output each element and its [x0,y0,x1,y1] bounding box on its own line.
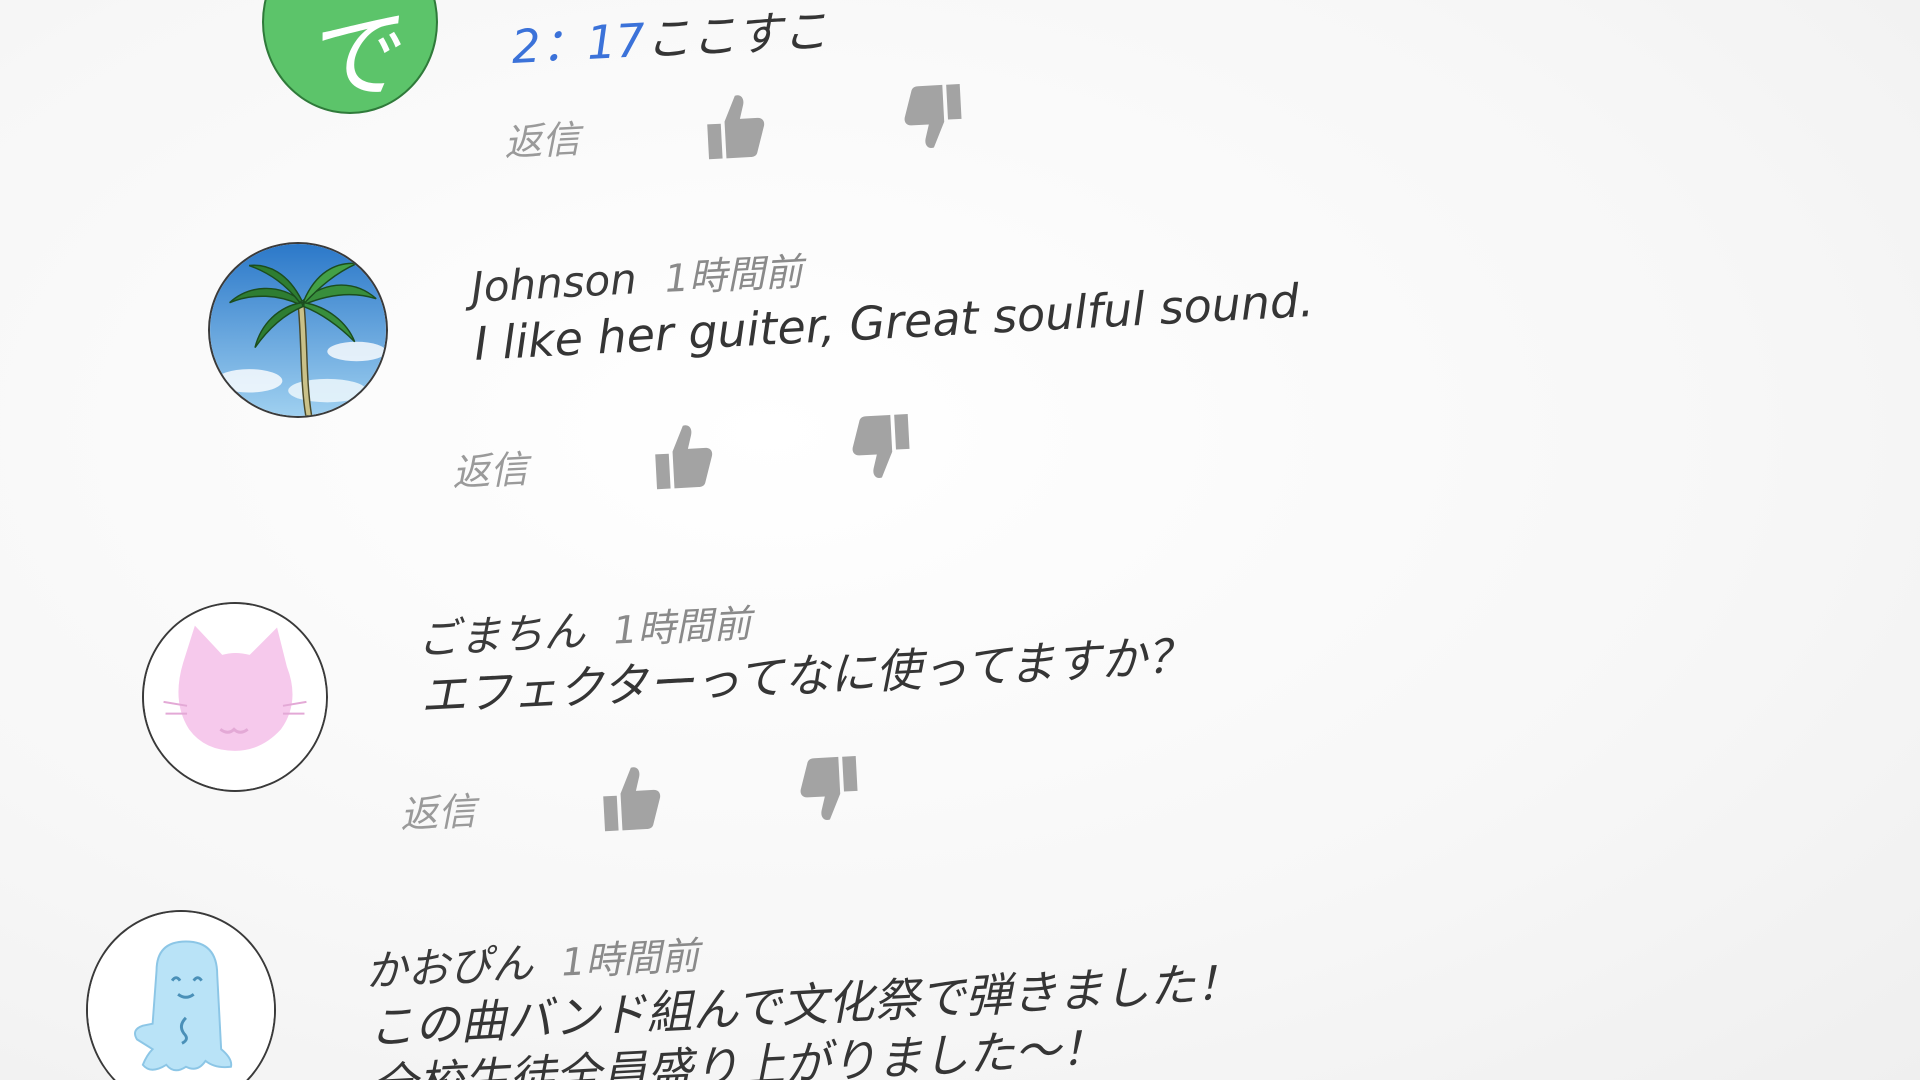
comment-author[interactable]: かおぴん [364,938,534,996]
reply-button[interactable]: 返信 [398,773,601,838]
comment-item: かおぴん 1時間前 この曲バンド組んで文化祭で弾きました！ 全校生徒全員盛り上がり… [0,0,1400,1080]
reply-button[interactable]: 返信 [450,431,653,496]
thumbs-down-icon[interactable] [797,752,863,825]
thumbs-up-icon[interactable] [598,762,664,835]
comment-section: で 2：17ここすこ 返信 Johnson 1時間前 I like her gu… [0,0,1920,1080]
user-avatar[interactable] [86,910,276,1080]
comment-actions: 返信 [398,745,1001,846]
comment-time: 1時間前 [560,933,701,985]
comment-text: ごまちん 1時間前 エフェクターってなに使ってますか？ [416,574,1194,725]
thumbs-up-icon[interactable] [650,420,716,493]
pink-cat-avatar [144,604,326,790]
comment-actions: 返信 [450,403,1053,504]
comment-author[interactable]: ごまちん [416,606,586,664]
thumbs-down-icon[interactable] [849,410,915,483]
user-avatar[interactable] [142,602,328,792]
blue-ghost-avatar [88,912,274,1080]
comment-text: かおぴん 1時間前 この曲バンド組んで文化祭で弾きました！ 全校生徒全員盛り上がり… [364,900,1246,1080]
comment-time: 1時間前 [612,601,753,653]
